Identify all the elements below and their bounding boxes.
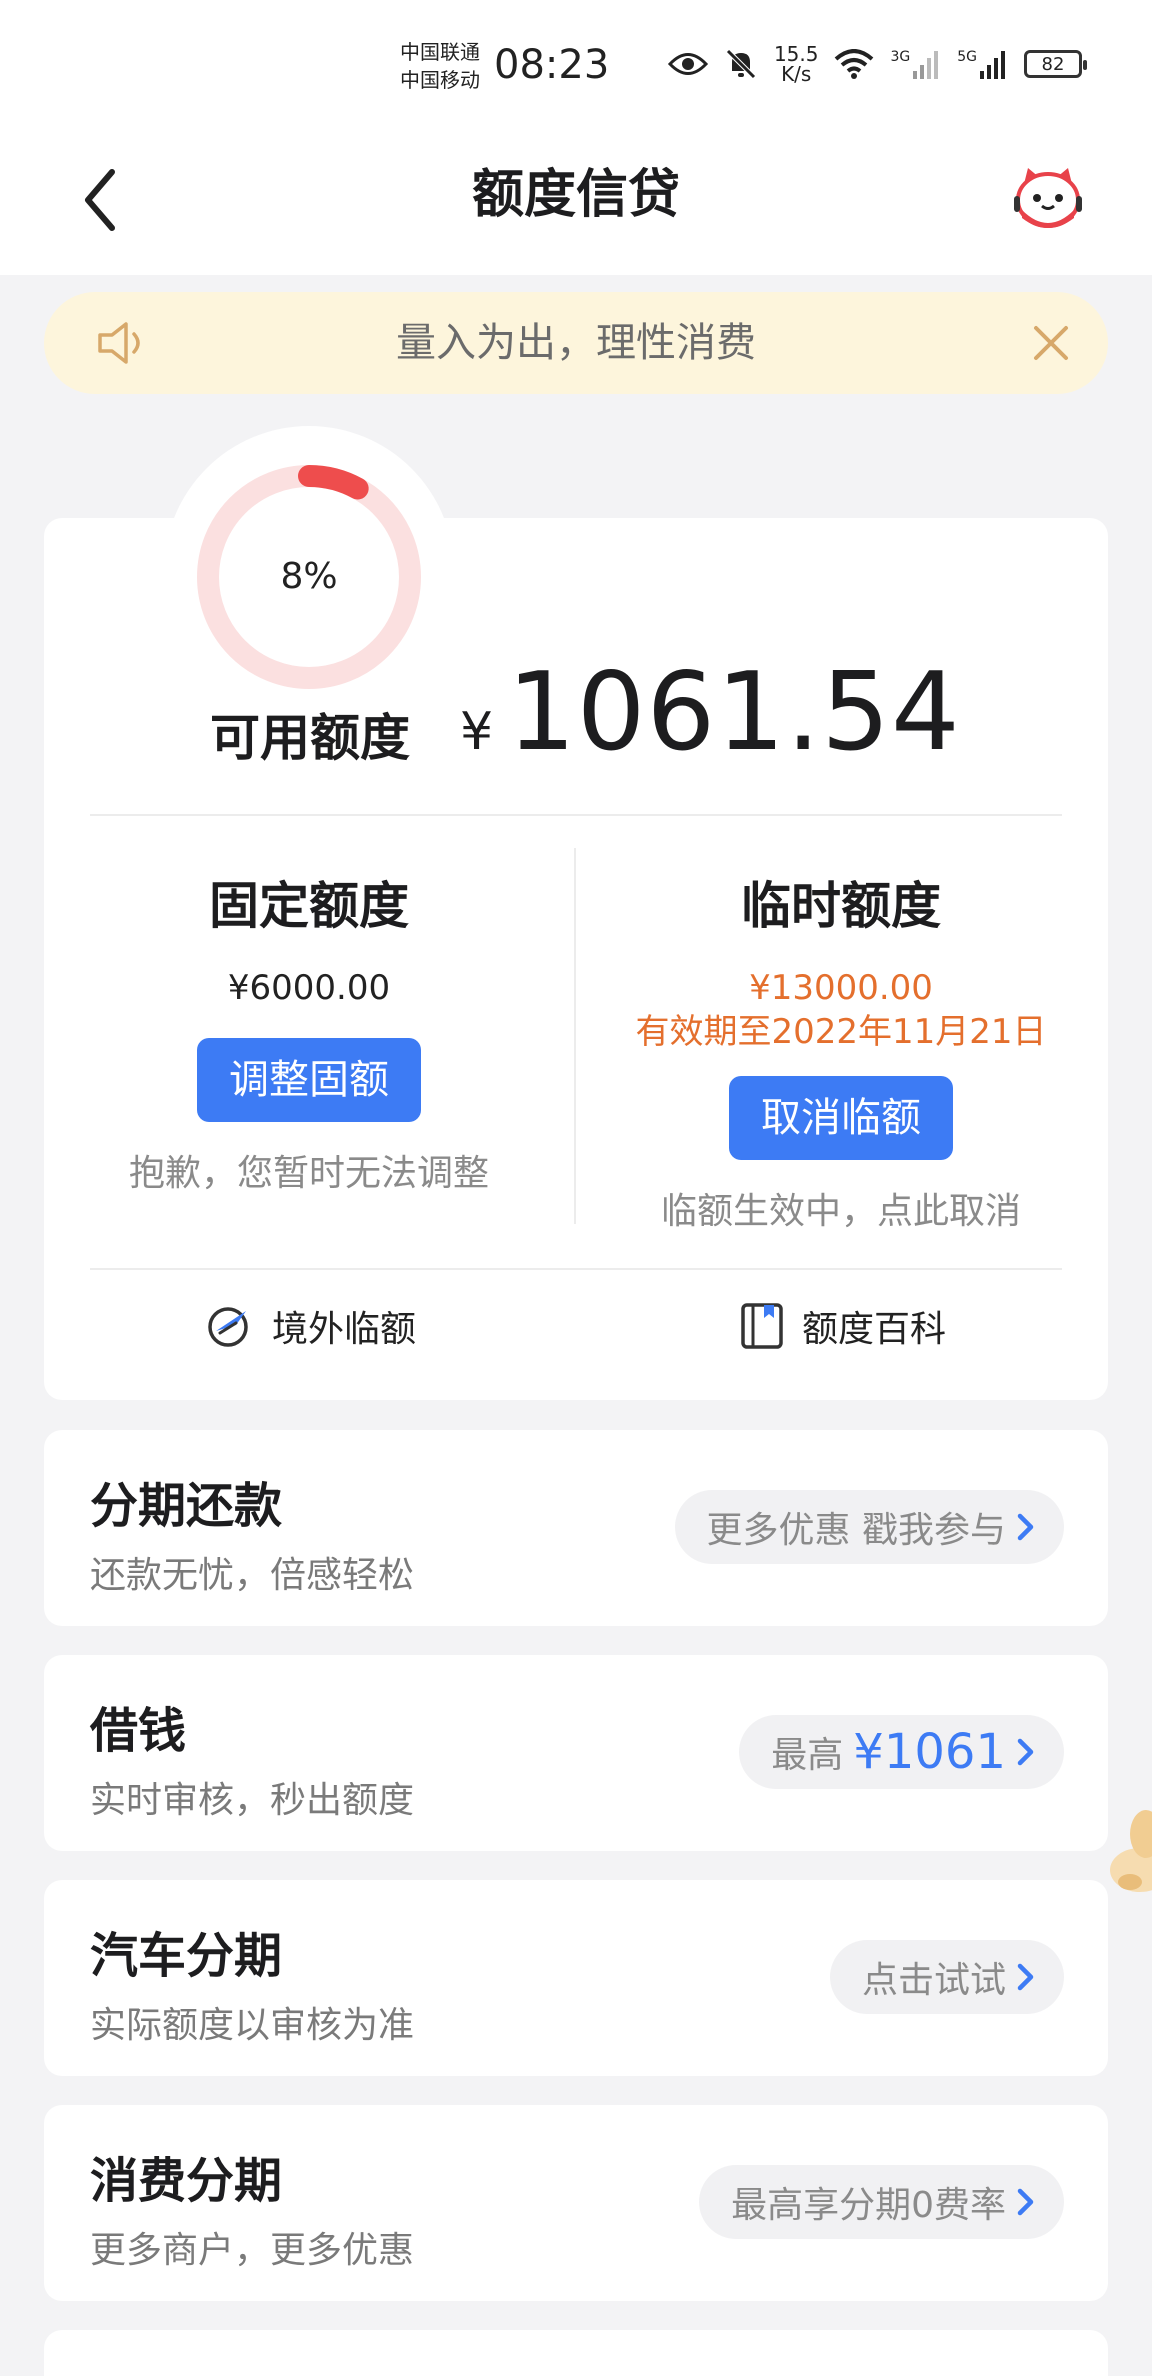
fixed-credit-label: 固定额度 — [209, 877, 409, 935]
net-speed-unit: K/s — [781, 62, 812, 86]
sim2-signal: 5G — [957, 49, 1008, 79]
adjust-fixed-credit-button[interactable]: 调整固额 — [197, 1038, 421, 1122]
close-icon — [1034, 326, 1068, 360]
service-title: 消费分期 — [90, 2153, 283, 2209]
app-header: 额度信贷 — [0, 130, 1152, 275]
available-credit-amount: ¥ 1061.54 — [460, 650, 961, 775]
bell-muted-icon — [726, 49, 756, 79]
service-subtitle: 还款无忧，倍感轻松 — [90, 1555, 415, 1596]
coin-decoration-icon — [1110, 1810, 1152, 1892]
fixed-credit-section: 固定额度 ¥6000.00 调整固额 抱歉，您暂时无法调整 — [44, 870, 574, 1198]
carrier-2: 中国移动 — [400, 68, 480, 92]
notice-text: 量入为出，理性消费 — [396, 320, 756, 366]
service-card-car-installment[interactable]: 汽车分期 实际额度以审核为准 点击试试 — [44, 1880, 1108, 2076]
pill-label: 更多优惠 戳我参与 — [706, 1510, 1006, 1551]
service-action-pill[interactable]: 最高 ¥1061 — [739, 1715, 1064, 1789]
chevron-right-icon — [1017, 1963, 1034, 1991]
service-card-installment-repayment[interactable]: 分期还款 还款无忧，倍感轻松 更多优惠 戳我参与 — [44, 1430, 1108, 1626]
battery-indicator: 82 — [1024, 50, 1087, 78]
book-icon — [741, 1303, 783, 1349]
credit-wiki-label: 额度百科 — [802, 1309, 947, 1350]
plane-globe-icon — [208, 1307, 248, 1347]
pill-label: 最高享分期0费率 — [731, 2185, 1006, 2226]
page-title: 额度信贷 — [471, 165, 680, 225]
status-bar: 中国联通 中国移动 08:23 15.5 K/s 3G 5G 82 — [0, 0, 1152, 130]
signal-icon — [980, 51, 1005, 79]
system-icons: 15.5 K/s 3G 5G 82 — [667, 44, 1087, 84]
currency-symbol: ¥ — [460, 702, 494, 762]
sim2-type: 5G — [957, 49, 977, 65]
pill-prefix: 最高 — [771, 1735, 844, 1776]
service-subtitle: 实际额度以审核为准 — [90, 2005, 415, 2046]
pill-label: 点击试试 — [861, 1960, 1006, 2001]
service-subtitle: 更多商户，更多优惠 — [90, 2230, 415, 2271]
chevron-right-icon — [1017, 2188, 1034, 2216]
service-card-borrow[interactable]: 借钱 实时审核，秒出额度 最高 ¥1061 — [44, 1655, 1108, 1851]
status-time: 08:23 — [494, 42, 610, 88]
divider — [90, 1268, 1062, 1270]
service-title: 借钱 — [90, 1703, 187, 1759]
temporary-credit-label: 临时额度 — [741, 877, 941, 935]
service-action-pill[interactable]: 最高享分期0费率 — [699, 2165, 1064, 2239]
available-amount-value: 1061.54 — [507, 650, 961, 775]
temporary-credit-amount: ¥13000.00 — [749, 968, 933, 1008]
net-speed-value: 15.5 — [773, 42, 819, 66]
overseas-temp-credit-link[interactable]: 境外临额 — [206, 1300, 416, 1352]
credit-wiki-link[interactable]: 额度百科 — [740, 1300, 946, 1352]
chevron-left-icon — [85, 169, 115, 231]
temporary-credit-validity: 有效期至2022年11月21日 — [635, 1012, 1047, 1052]
carrier-info: 中国联通 中国移动 — [400, 38, 480, 94]
service-action-pill[interactable]: 更多优惠 戳我参与 — [674, 1490, 1064, 1564]
usage-percent-label: 8% — [280, 556, 338, 597]
divider — [90, 814, 1062, 816]
signal-icon — [913, 51, 939, 79]
temporary-credit-hint[interactable]: 临额生效中，点此取消 — [576, 1188, 1106, 1236]
sim1-signal: 3G — [890, 49, 941, 79]
service-title: 分期还款 — [90, 1478, 283, 1534]
overseas-temp-credit-label: 境外临额 — [272, 1309, 417, 1350]
wifi-icon — [835, 49, 874, 79]
net-speed: 15.5 K/s — [774, 44, 819, 84]
notice-banner: 量入为出，理性消费 — [44, 292, 1108, 394]
available-credit-label: 可用额度 — [210, 709, 410, 767]
fixed-credit-amount: ¥6000.00 — [227, 968, 391, 1008]
service-title: 汽车分期 — [90, 1928, 283, 1984]
mascot-avatar-button[interactable] — [1012, 162, 1084, 234]
chevron-right-icon — [1017, 1513, 1034, 1541]
service-card-partial[interactable] — [44, 2330, 1108, 2376]
mascot-icon — [1014, 168, 1082, 228]
fixed-credit-hint: 抱歉，您暂时无法调整 — [128, 1153, 489, 1194]
eye-icon — [667, 53, 708, 75]
service-card-consumer-installment[interactable]: 消费分期 更多商户，更多优惠 最高享分期0费率 — [44, 2105, 1108, 2301]
close-button[interactable] — [1028, 320, 1074, 366]
back-button[interactable] — [70, 160, 130, 240]
pill-amount: ¥1061 — [853, 1724, 1006, 1780]
temporary-credit-section: 临时额度 ¥13000.00 有效期至2022年11月21日 取消临额 临额生效… — [576, 870, 1106, 1236]
sim1-type: 3G — [890, 49, 911, 65]
battery-level: 82 — [1041, 53, 1065, 75]
cancel-temporary-credit-button[interactable]: 取消临额 — [729, 1076, 953, 1160]
service-subtitle: 实时审核，秒出额度 — [90, 1780, 415, 1821]
carrier-1: 中国联通 — [400, 40, 480, 64]
chevron-right-icon — [1017, 1738, 1034, 1766]
service-action-pill[interactable]: 点击试试 — [829, 1940, 1064, 2014]
